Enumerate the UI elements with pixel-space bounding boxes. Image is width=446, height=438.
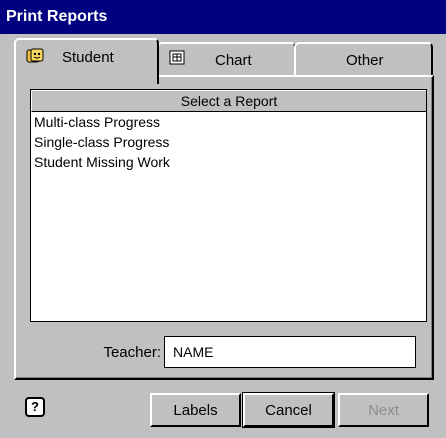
next-button: Next xyxy=(338,393,429,427)
window-title: Print Reports xyxy=(0,0,446,34)
list-item[interactable]: Multi-class Progress xyxy=(31,112,426,132)
tab-chart-label: Chart xyxy=(215,52,252,69)
student-icon xyxy=(26,48,44,63)
tab-student[interactable]: Student xyxy=(14,38,159,84)
tab-student-label: Student xyxy=(62,49,114,66)
tab-chart[interactable]: Chart xyxy=(157,42,296,76)
labels-button[interactable]: Labels xyxy=(150,393,241,427)
teacher-field[interactable]: NAME xyxy=(164,336,416,368)
tab-other-label: Other xyxy=(346,52,384,69)
list-header: Select a Report xyxy=(31,90,426,112)
teacher-label: Teacher: xyxy=(103,344,161,361)
chart-icon xyxy=(169,50,185,65)
help-icon[interactable]: ? xyxy=(25,397,45,417)
print-reports-dialog: Print Reports Student Chart Other Select… xyxy=(0,0,446,438)
tab-other[interactable]: Other xyxy=(294,42,433,76)
cancel-button[interactable]: Cancel xyxy=(242,392,335,428)
report-listbox[interactable]: Select a Report Multi-class Progress Sin… xyxy=(30,89,427,322)
list-item[interactable]: Student Missing Work xyxy=(31,152,426,172)
list-item[interactable]: Single-class Progress xyxy=(31,132,426,152)
